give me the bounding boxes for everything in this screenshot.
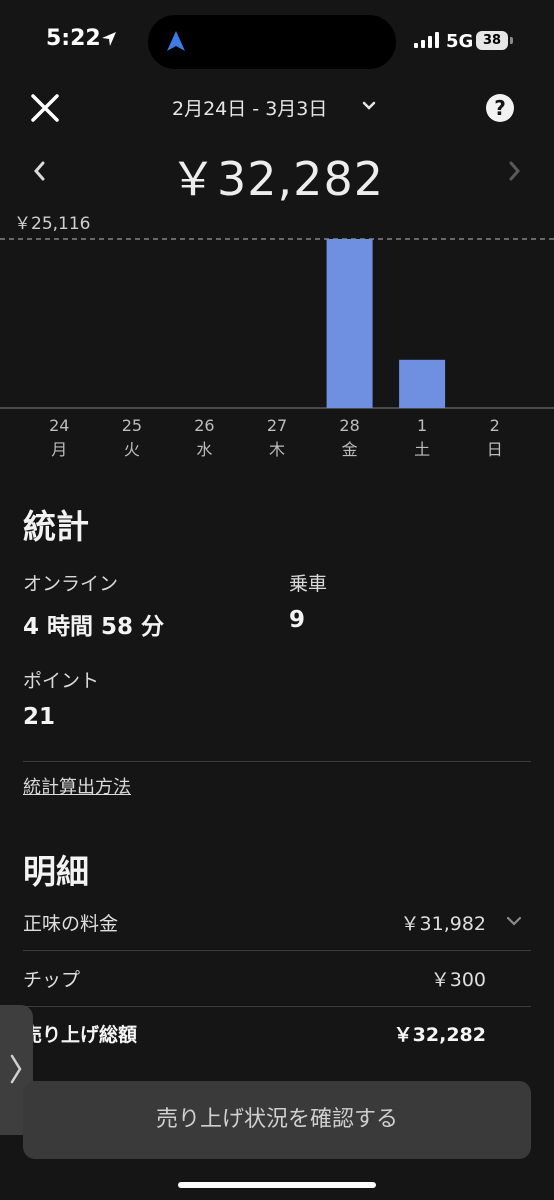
chart-tick-day: 24 <box>49 416 69 435</box>
location-arrow-icon <box>102 32 116 46</box>
breakdown-divider <box>23 1006 531 1007</box>
chart-tick-day: 28 <box>339 416 359 435</box>
chart-tick-weekday: 火 <box>124 440 140 459</box>
net-fare-label[interactable]: 正味の料金 <box>23 909 118 936</box>
stats-method-link[interactable]: 統計算出方法 <box>23 773 131 799</box>
battery-indicator: 38 <box>476 31 508 50</box>
chart-tick-day: 27 <box>267 416 287 435</box>
chart-tick-day: 25 <box>122 416 142 435</box>
close-icon[interactable] <box>28 91 62 125</box>
signal-bars-icon <box>414 32 439 48</box>
earnings-screen: 5:22 5G 38 2月24日 - 3月3日 ? ￥32,282 ￥25,11… <box>0 0 554 1200</box>
status-time: 5:22 <box>46 26 101 51</box>
chart-ticks: 24 月 25 火 26 水 27 木 28 金 1 土 2 日 <box>49 416 503 459</box>
gross-total-value: ￥32,282 <box>393 1024 486 1046</box>
chart-tick-day: 2 <box>490 416 500 435</box>
chevron-down-icon[interactable] <box>505 915 523 927</box>
points-value: 21 <box>23 704 56 730</box>
battery-cap <box>510 37 513 44</box>
home-indicator <box>178 1182 376 1188</box>
chart-tick-weekday: 木 <box>269 440 285 459</box>
chart-tick-weekday: 土 <box>414 440 430 459</box>
stats-divider <box>23 761 531 762</box>
stats-title: 統計 <box>23 507 89 546</box>
chart-tick-weekday: 金 <box>342 440 358 459</box>
date-range-selector[interactable]: 2月24日 - 3月3日 <box>172 94 327 121</box>
chevron-down-icon[interactable] <box>361 100 377 112</box>
chart-tick-day: 1 <box>417 416 427 435</box>
chart-tick-weekday: 水 <box>196 440 212 459</box>
earnings-bar-chart: ￥25,116 24 月 25 火 26 水 27 木 28 金 1 土 2 日 <box>0 214 554 459</box>
chart-bars <box>326 239 446 408</box>
rides-value: 9 <box>289 607 306 633</box>
chart-bar-28[interactable] <box>326 239 373 408</box>
breakdown-title: 明細 <box>23 852 89 891</box>
tip-value: ￥300 <box>430 969 486 991</box>
rides-label: 乗車 <box>289 573 328 595</box>
chart-tick-weekday: 月 <box>51 440 67 459</box>
network-type: 5G <box>446 31 474 52</box>
chevron-right-icon[interactable] <box>9 1054 23 1084</box>
tip-label: チップ <box>23 969 81 991</box>
navigation-arrow-icon <box>167 31 185 51</box>
gross-total-label: 売り上げ総額 <box>23 1024 138 1046</box>
help-icon[interactable]: ? <box>486 94 514 122</box>
view-earnings-status-button[interactable]: 売り上げ状況を確認する <box>23 1081 531 1159</box>
chart-tick-weekday: 日 <box>487 440 503 459</box>
points-label: ポイント <box>23 670 100 692</box>
breakdown-divider <box>23 950 531 951</box>
chart-max-label: ￥25,116 <box>14 214 90 234</box>
chevron-right-icon[interactable] <box>506 158 524 184</box>
chart-bar-1[interactable] <box>399 359 446 408</box>
chart-tick-day: 26 <box>194 416 214 435</box>
net-fare-value[interactable]: ￥31,982 <box>401 909 486 936</box>
online-label: オンライン <box>23 573 119 595</box>
period-total: ￥32,282 <box>170 152 384 206</box>
online-value: 4 時間 58 分 <box>23 614 165 640</box>
